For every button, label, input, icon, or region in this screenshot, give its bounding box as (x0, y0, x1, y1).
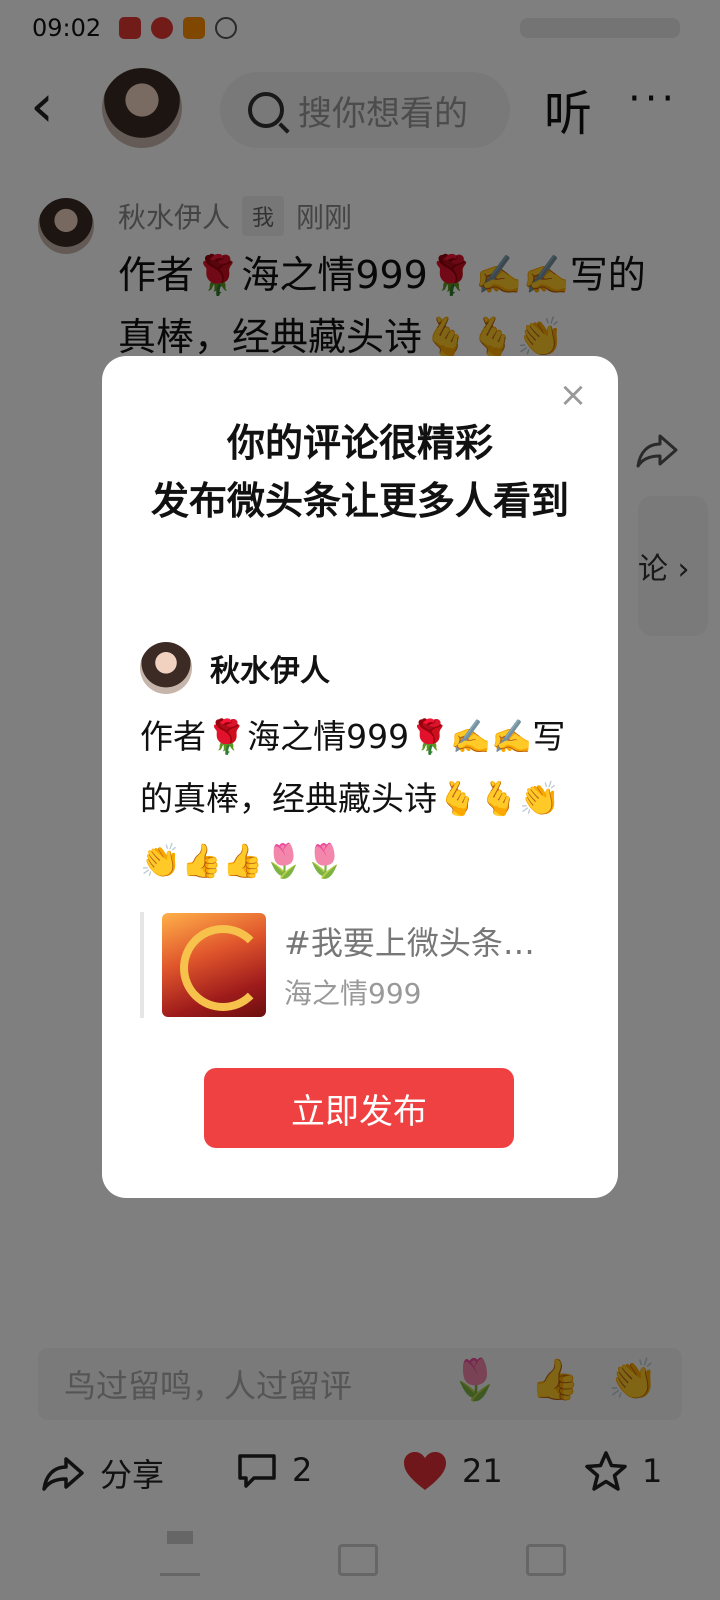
quoted-article: #我要上微头条… 海之情999 (140, 912, 580, 1018)
quoted-article-title: #我要上微头条… (284, 924, 535, 962)
quoted-article-info: #我要上微头条… 海之情999 (284, 918, 584, 1012)
avatar (140, 642, 192, 694)
dialog-comment-text: 作者🌹海之情999🌹✍️✍️写的真棒，经典藏头诗🫰🫰👏👏👍👍🌷🌷 (140, 717, 566, 880)
dialog-title-text: 你的评论很精彩 发布微头条让更多人看到 (150, 421, 569, 523)
close-icon[interactable]: × (556, 378, 590, 412)
quoted-article-author: 海之情999 (284, 977, 422, 1010)
publish-button[interactable]: 立即发布 (204, 1068, 514, 1148)
screen: 09:02 ‹ 搜你想看的 听 ··· 秋水伊人 我 刚刚 作者🌹海之情999🌹… (0, 0, 720, 1600)
dialog-user-name: 秋水伊人 (210, 654, 330, 689)
dialog-title: 你的评论很精彩 发布微头条让更多人看到 (102, 414, 618, 530)
dialog-user: 秋水伊人 (140, 642, 330, 694)
publish-dialog: × 你的评论很精彩 发布微头条让更多人看到 秋水伊人 作者🌹海之情999🌹✍️✍… (102, 356, 618, 1198)
article-thumbnail (162, 913, 266, 1017)
